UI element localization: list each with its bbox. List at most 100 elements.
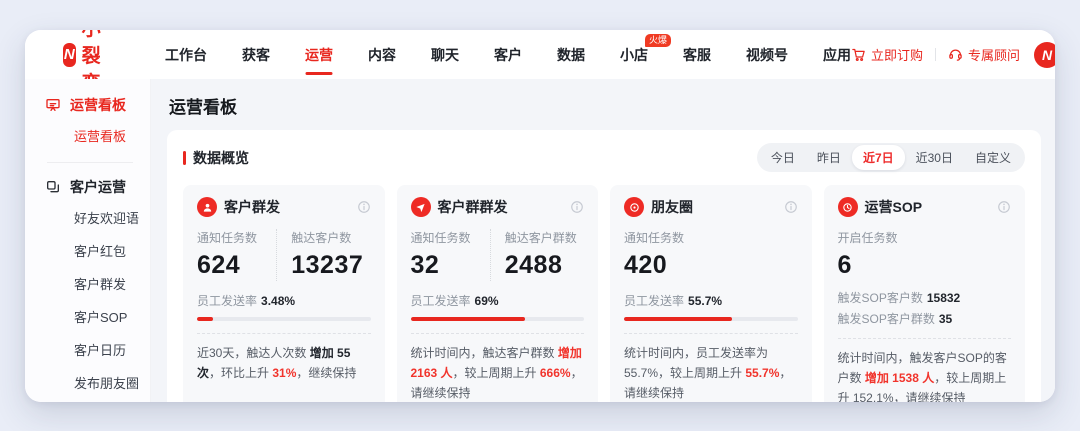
sidebar-section-header[interactable]: 运营看板 <box>45 95 150 115</box>
send-rate: 员工发送率69% <box>411 292 585 322</box>
metric: 通知任务数 420 <box>624 229 798 281</box>
customer-ops-icon <box>45 179 61 195</box>
stat-card-title: 朋友圈 <box>651 197 693 217</box>
nav-item[interactable]: 内容 <box>368 30 396 79</box>
sidebar-section-title: 客户运营 <box>70 177 126 197</box>
consultant-button[interactable]: 专属顾问 <box>948 45 1020 64</box>
sidebar-item[interactable]: 客户日历 <box>74 333 150 366</box>
stat-card: 客户群群发 通知任务数 32 触达客户群数 2488 员工发送率69% 统计时间… <box>397 185 599 402</box>
progress-bar-fill <box>411 317 526 321</box>
overview-section-title: 数据概览 <box>193 148 249 168</box>
desc-segment: ，环比上升 <box>209 366 272 380</box>
nav-item-label: 小店 <box>620 45 648 65</box>
send-rate-value: 55.7% <box>688 294 722 308</box>
sidebar-item[interactable]: 运营看板 <box>74 119 150 152</box>
nav-item-label: 视频号 <box>746 45 788 65</box>
date-filter-pill[interactable]: 昨日 <box>806 145 852 170</box>
page-title: 运营看板 <box>169 93 1041 118</box>
nav-item-label: 客户 <box>494 45 522 65</box>
info-icon[interactable] <box>784 200 798 214</box>
info-icon[interactable] <box>997 200 1011 214</box>
metric-label: 通知任务数 <box>197 229 276 246</box>
sidebar-item[interactable]: 发布朋友圈 <box>74 366 150 399</box>
metric-value: 13237 <box>291 251 370 280</box>
date-filter-pill[interactable]: 自定义 <box>964 145 1022 170</box>
sub-stat: 触发SOP客户数15832 <box>838 289 1012 306</box>
nav-item-label: 客服 <box>683 45 711 65</box>
hot-badge: 火爆 <box>645 34 671 47</box>
nav-item-label: 内容 <box>368 45 396 65</box>
sub-stat: 触发SOP客户群数35 <box>838 310 1012 327</box>
info-icon[interactable] <box>570 200 584 214</box>
send-rate-value: 3.48% <box>261 294 295 308</box>
main-nav: 工作台 获客 运营 内容 聊天 客户 数据 小店 火爆 客服 视频号 应用 <box>165 30 851 79</box>
send-rate: 员工发送率55.7% <box>624 292 798 322</box>
logo-n-icon: N <box>63 43 76 67</box>
order-now-label: 立即订购 <box>871 45 923 64</box>
nav-item[interactable]: 数据 <box>557 30 585 79</box>
desc-segment: 31% <box>272 366 296 380</box>
progress-bar-fill <box>197 317 213 321</box>
stat-card-description: 统计时间内，触发客户SOP的客户数 增加 1538 人，较上周期上升 152.1… <box>838 348 1012 402</box>
desc-segment: 统计时间内，触达客户群数 <box>411 346 558 360</box>
desc-segment: ，继续保持 <box>296 366 356 380</box>
sidebar-item[interactable]: 朋友圈记录 <box>74 399 150 402</box>
nav-item[interactable]: 聊天 <box>431 30 459 79</box>
moments-icon <box>624 197 644 217</box>
nav-item[interactable]: 应用 <box>823 30 851 79</box>
stat-cards: 客户群发 通知任务数 624 触达客户数 13237 员工发送率3.48% 近3… <box>183 185 1025 402</box>
dashed-divider <box>197 333 371 334</box>
metric: 通知任务数 624 <box>197 229 276 281</box>
nav-item[interactable]: 视频号 <box>746 30 788 79</box>
date-filter-pill[interactable]: 近7日 <box>852 145 905 170</box>
metric-label: 通知任务数 <box>624 229 798 246</box>
sidebar-section-header[interactable]: 客户运营 <box>45 177 150 197</box>
nav-item-label: 数据 <box>557 45 585 65</box>
consultant-label: 专属顾问 <box>968 45 1020 64</box>
send-rate-label: 员工发送率 <box>197 294 257 308</box>
sidebar-item[interactable]: 客户红包 <box>74 234 150 267</box>
desc-segment: ，较上周期上升 <box>453 366 540 380</box>
stat-card-title: 运营SOP <box>865 197 923 217</box>
cart-icon <box>851 47 866 62</box>
send-rate: 员工发送率 3.48% <box>197 292 371 322</box>
stat-card-title: 客户群群发 <box>438 197 508 217</box>
metric-value: 32 <box>411 251 490 280</box>
sidebar-divider <box>47 162 133 163</box>
nav-item[interactable]: 运营 <box>305 30 333 79</box>
nav-item[interactable]: 客服 <box>683 30 711 79</box>
nav-item-label: 应用 <box>823 45 851 65</box>
nav-item[interactable]: 客户 <box>494 30 522 79</box>
sidebar-item[interactable]: 客户SOP <box>74 300 150 333</box>
stat-card-description: 统计时间内，员工发送率为 55.7%，较上周期上升 55.7%，请继续保持 <box>624 343 798 402</box>
metric-value: 2488 <box>505 251 584 280</box>
order-now-button[interactable]: 立即订购 <box>851 45 923 64</box>
app-window: N 小裂变 工作台 获客 运营 内容 聊天 客户 数据 小店 火爆 客服 视频号… <box>25 30 1055 402</box>
progress-bar <box>411 317 585 321</box>
nav-item-label: 工作台 <box>165 45 207 65</box>
info-icon[interactable] <box>357 200 371 214</box>
data-overview-panel: 数据概览 今日昨日近7日近30日自定义 客户群发 通知任务数 624 触达客户数… <box>167 130 1041 402</box>
clock-icon <box>838 197 858 217</box>
sidebar-item[interactable]: 好友欢迎语 <box>74 201 150 234</box>
date-filter-pill[interactable]: 今日 <box>760 145 806 170</box>
nav-item[interactable]: 小店 火爆 <box>620 30 648 79</box>
desc-segment: 增加 1538 人 <box>865 371 934 385</box>
dashboard-board-icon <box>45 97 61 113</box>
date-filter-pill[interactable]: 近30日 <box>905 145 964 170</box>
nav-item-label: 运营 <box>305 45 333 65</box>
nav-item[interactable]: 获客 <box>242 30 270 79</box>
metric-value: 6 <box>838 251 1012 280</box>
desc-segment: 55.7% <box>745 366 779 380</box>
desc-segment: 666% <box>540 366 571 380</box>
progress-bar <box>624 317 798 321</box>
sidebar-item[interactable]: 客户群发 <box>74 267 150 300</box>
top-navbar: N 小裂变 工作台 获客 运营 内容 聊天 客户 数据 小店 火爆 客服 视频号… <box>25 30 1055 79</box>
headset-icon <box>948 47 963 62</box>
user-avatar[interactable]: N <box>1034 42 1055 68</box>
dashed-divider <box>838 338 1012 339</box>
dashed-divider <box>624 333 798 334</box>
nav-item[interactable]: 工作台 <box>165 30 207 79</box>
metric: 通知任务数 32 <box>411 229 490 281</box>
metric-label: 通知任务数 <box>411 229 490 246</box>
